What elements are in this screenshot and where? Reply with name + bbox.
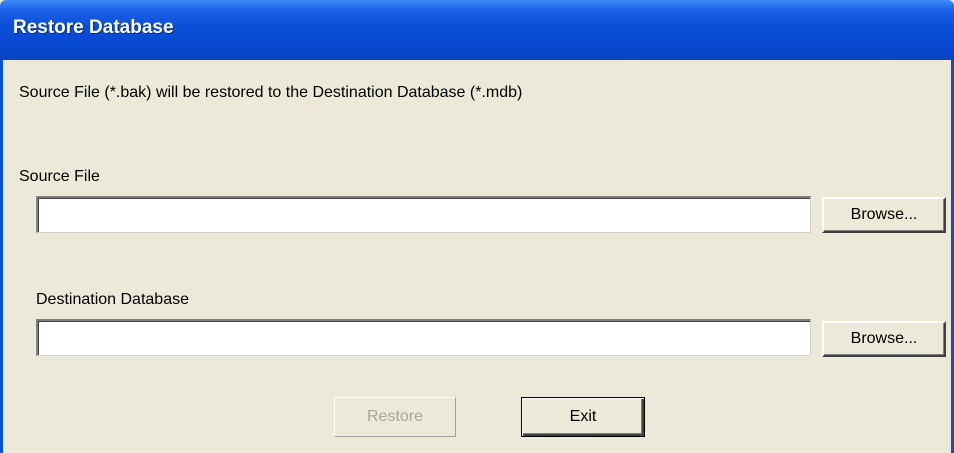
restore-database-window: Restore Database Source File (*.bak) wil… <box>0 0 954 453</box>
destination-database-input[interactable] <box>36 319 811 356</box>
destination-browse-button[interactable]: Browse... <box>822 321 946 357</box>
source-file-input[interactable] <box>36 196 811 233</box>
window-title: Restore Database <box>13 17 174 38</box>
exit-button[interactable]: Exit <box>521 397 645 437</box>
source-browse-button[interactable]: Browse... <box>822 197 946 233</box>
dialog-body: Source File (*.bak) will be restored to … <box>0 60 954 453</box>
restore-button[interactable]: Restore <box>334 397 456 437</box>
destination-database-label: Destination Database <box>36 291 189 308</box>
description-text: Source File (*.bak) will be restored to … <box>19 84 523 101</box>
title-bar[interactable]: Restore Database <box>0 0 954 60</box>
source-file-label: Source File <box>19 168 100 185</box>
